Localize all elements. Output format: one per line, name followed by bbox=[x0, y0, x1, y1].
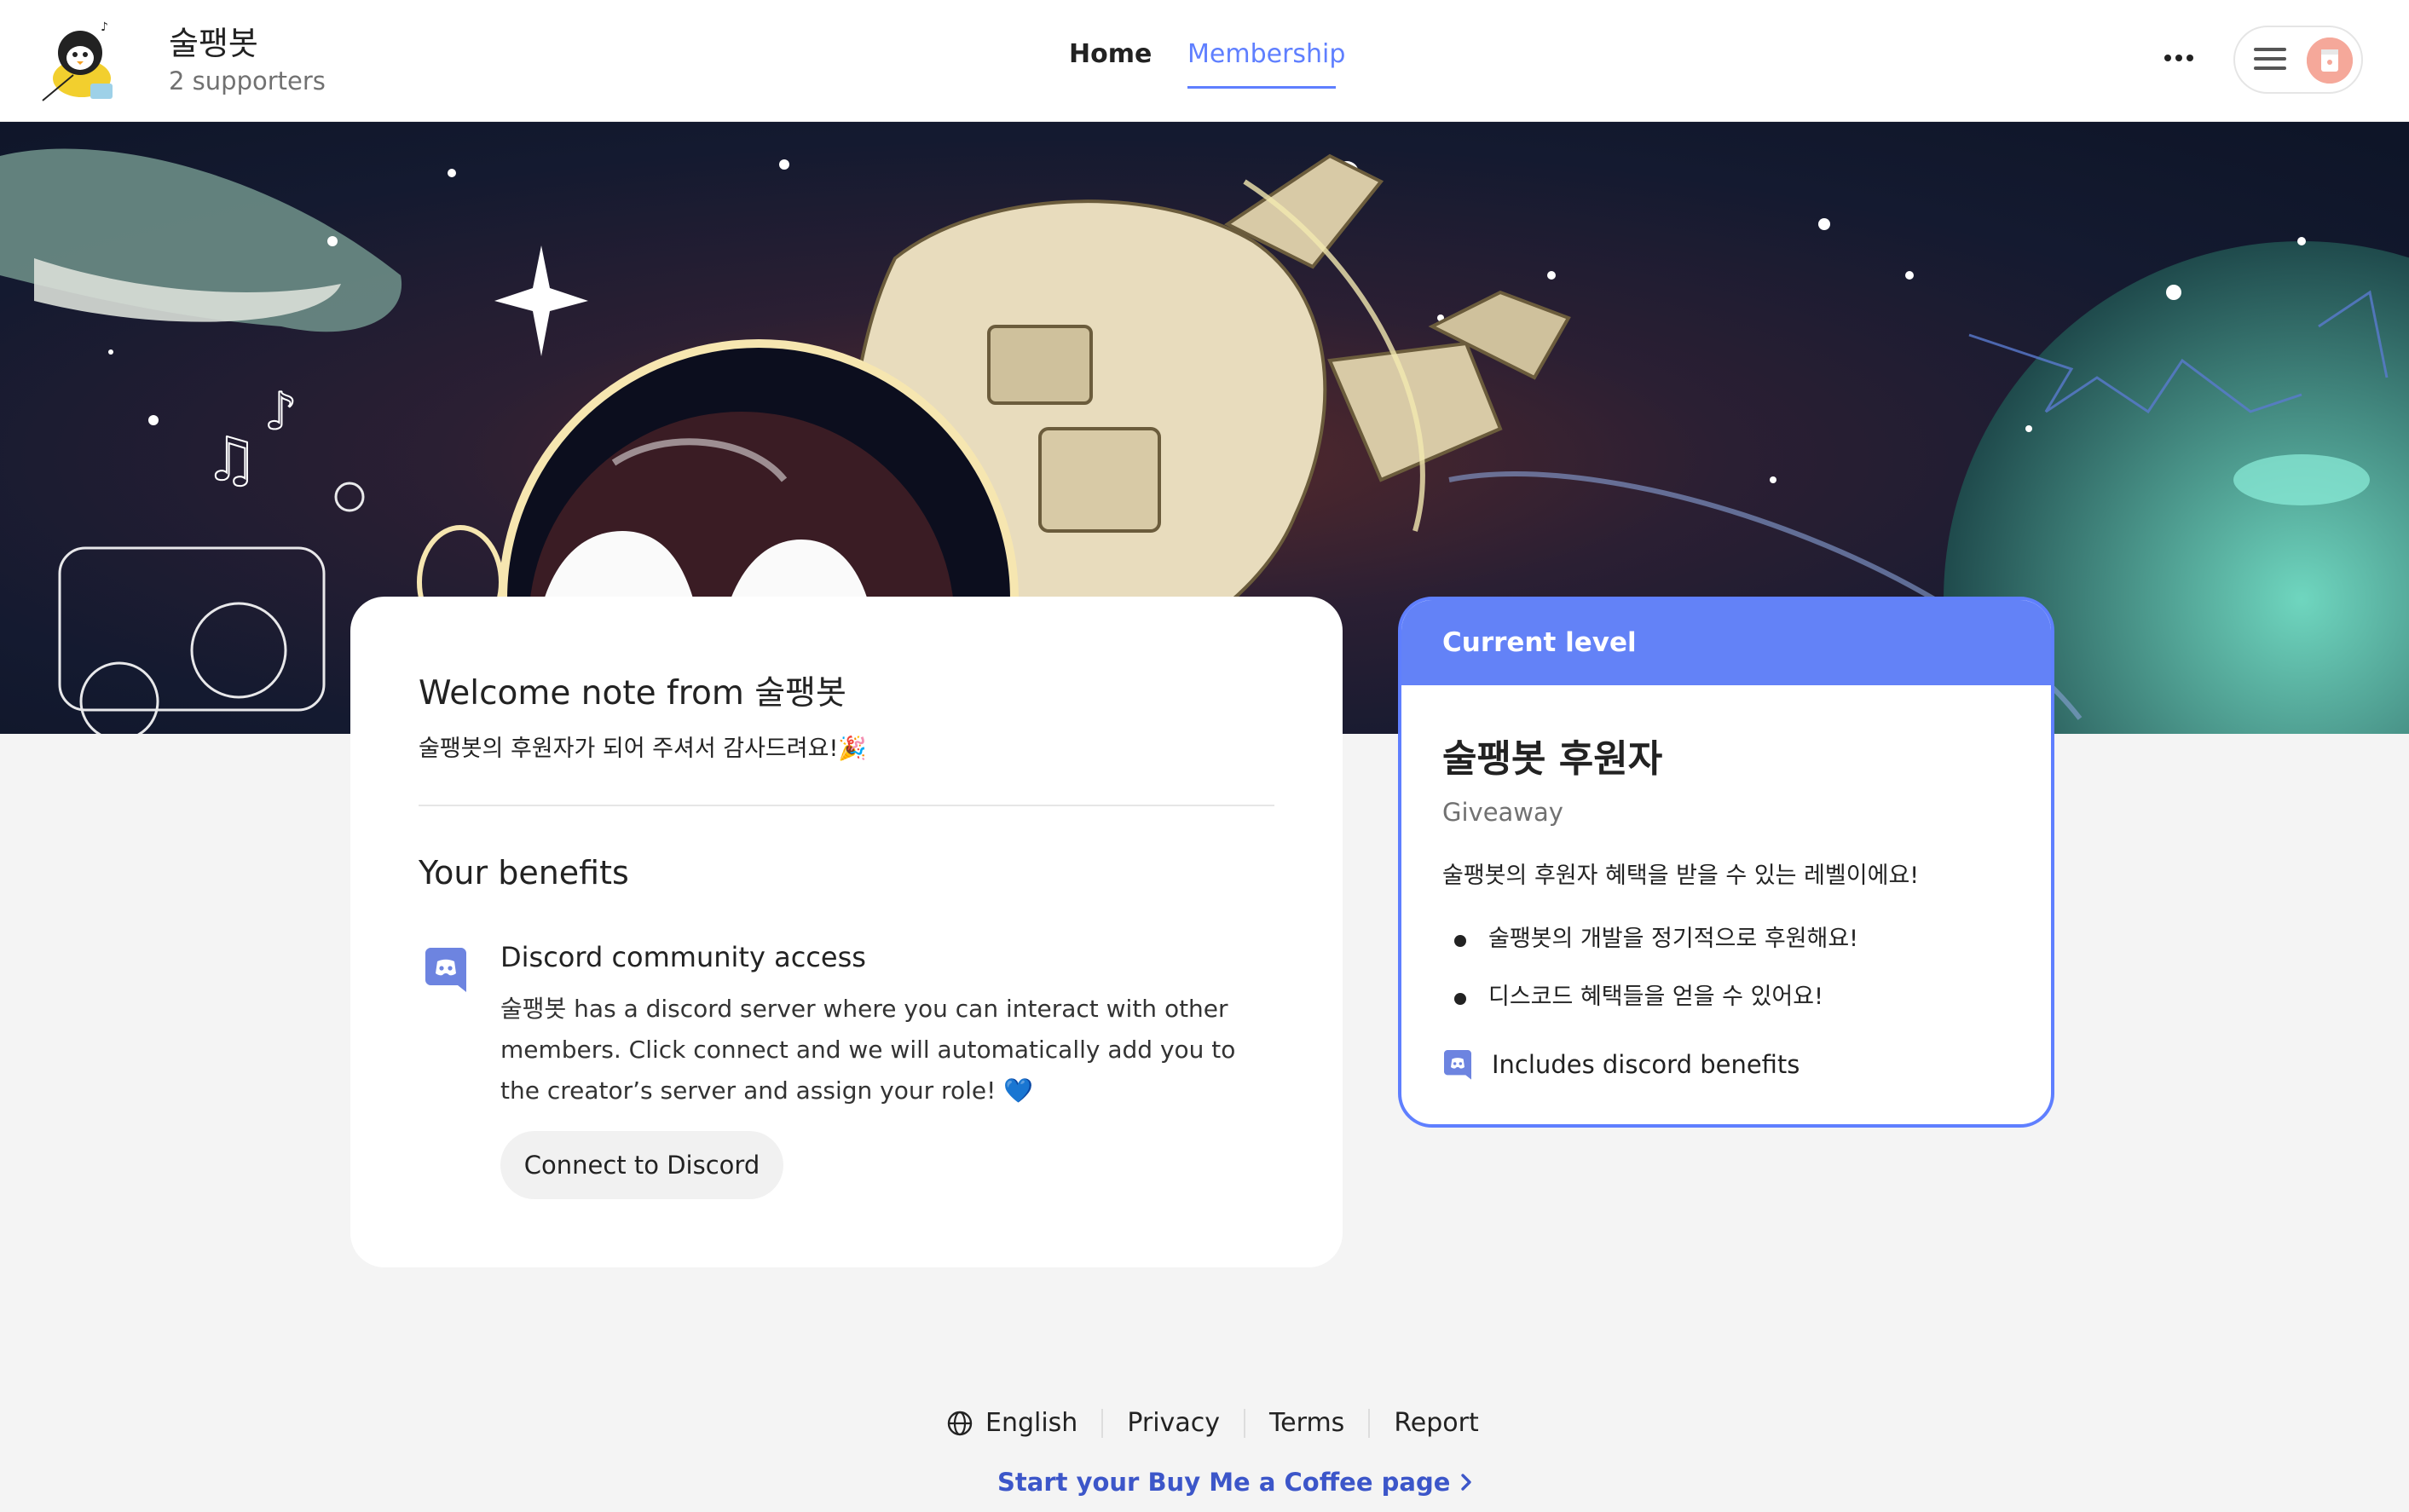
supporter-count: 2 supporters bbox=[169, 66, 326, 95]
level-perks-list: 술팽봇의 개발을 정기적으로 후원해요! 디스코드 혜택들을 얻을 수 있어요! bbox=[1454, 919, 1858, 1035]
start-page-label: Start your Buy Me a Coffee page bbox=[997, 1468, 1451, 1497]
creator-avatar[interactable]: ♪ bbox=[39, 15, 131, 107]
more-dot-icon bbox=[2164, 55, 2171, 61]
more-dot-icon bbox=[2187, 55, 2193, 61]
svg-text:♫: ♫ bbox=[205, 424, 258, 494]
level-description: 술팽봇의 후원자 혜택을 받을 수 있는 레벨이에요! bbox=[1442, 863, 1920, 889]
user-avatar bbox=[2307, 38, 2353, 84]
report-link[interactable]: Report bbox=[1368, 1409, 1502, 1438]
more-options-button[interactable] bbox=[2157, 38, 2201, 78]
creator-name: 술팽봇 bbox=[169, 25, 258, 62]
benefits-title: Your benefits bbox=[419, 854, 629, 892]
list-item: 디스코드 혜택들을 얻을 수 있어요! bbox=[1454, 977, 1858, 1035]
discord-icon bbox=[425, 948, 466, 994]
active-tab-indicator bbox=[1187, 86, 1336, 89]
chevron-right-icon bbox=[1461, 1474, 1472, 1491]
svg-text:♪: ♪ bbox=[264, 382, 297, 441]
user-menu-button[interactable] bbox=[2233, 26, 2363, 94]
svg-text:♪: ♪ bbox=[101, 20, 108, 34]
discord-icon bbox=[1444, 1050, 1471, 1081]
welcome-message: 술팽봇의 후원자가 되어 주셔서 감사드려요!🎉 bbox=[419, 736, 867, 762]
benefit-description: 술팽봇 has a discord server where you can i… bbox=[500, 995, 1236, 1105]
tab-home[interactable]: Home bbox=[1069, 39, 1152, 69]
privacy-link[interactable]: Privacy bbox=[1101, 1409, 1244, 1438]
globe-icon bbox=[947, 1411, 973, 1436]
more-dot-icon bbox=[2175, 55, 2182, 61]
level-card-header-label: Current level bbox=[1442, 627, 1637, 658]
language-label: English bbox=[985, 1408, 1078, 1438]
start-page-link[interactable]: Start your Buy Me a Coffee page bbox=[997, 1468, 1474, 1497]
current-level-card: Current level 술팽봇 후원자 Giveaway 술팽봇의 후원자 … bbox=[1398, 597, 2054, 1128]
tab-membership[interactable]: Membership bbox=[1187, 39, 1345, 69]
level-card-header: Current level bbox=[1401, 600, 2051, 685]
footer-links: English Privacy Terms Report bbox=[946, 1405, 1503, 1442]
welcome-title: Welcome note from 술팽봇 bbox=[419, 674, 846, 713]
list-item: 술팽봇의 개발을 정기적으로 후원해요! bbox=[1454, 919, 1858, 977]
divider bbox=[419, 805, 1274, 806]
terms-link[interactable]: Terms bbox=[1243, 1409, 1368, 1438]
level-type: Giveaway bbox=[1442, 798, 1563, 827]
level-name: 술팽봇 후원자 bbox=[1442, 737, 1663, 781]
top-header: ♪ 술팽봇 2 supporters Home Membership bbox=[0, 0, 2409, 122]
welcome-card: Welcome note from 술팽봇 술팽봇의 후원자가 되어 주셔서 감… bbox=[350, 597, 1343, 1267]
includes-discord-benefits: Includes discord benefits bbox=[1492, 1050, 1800, 1079]
benefit-title: Discord community access bbox=[500, 941, 866, 973]
connect-discord-button[interactable]: Connect to Discord bbox=[500, 1131, 783, 1199]
language-selector[interactable]: English bbox=[946, 1409, 1101, 1438]
hamburger-icon bbox=[2254, 48, 2286, 73]
